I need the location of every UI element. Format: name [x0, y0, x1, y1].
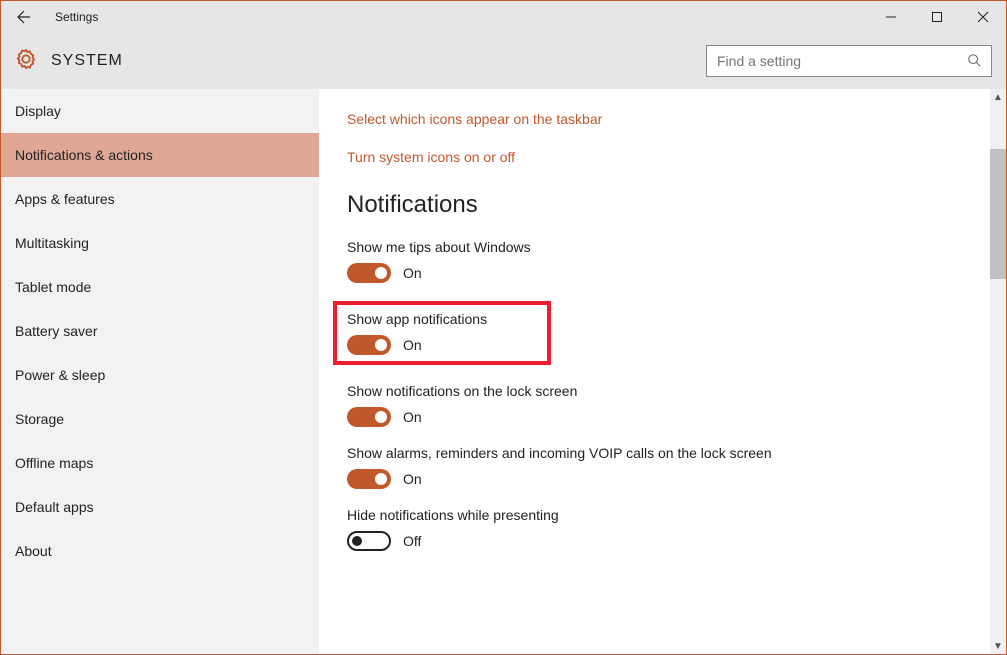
setting-lockscreen-notifications: Show notifications on the lock screen On — [347, 383, 978, 427]
toggle-state: On — [403, 471, 422, 487]
search-box[interactable] — [706, 45, 992, 77]
toggle-lockscreen[interactable] — [347, 407, 391, 427]
sidebar-item-battery[interactable]: Battery saver — [1, 309, 319, 353]
setting-label: Show app notifications — [347, 311, 537, 327]
setting-hide-presenting: Hide notifications while presenting Off — [347, 507, 978, 551]
maximize-button[interactable] — [914, 1, 960, 33]
maximize-icon — [931, 11, 943, 23]
sidebar-item-maps[interactable]: Offline maps — [1, 441, 319, 485]
setting-label: Show me tips about Windows — [347, 239, 827, 255]
setting-app-notifications-highlight: Show app notifications On — [333, 301, 551, 365]
window-title: Settings — [55, 10, 98, 24]
sidebar-item-defaults[interactable]: Default apps — [1, 485, 319, 529]
section-title: SYSTEM — [51, 52, 123, 70]
sidebar-item-display[interactable]: Display — [1, 89, 319, 133]
close-icon — [977, 11, 989, 23]
toggle-state: On — [403, 409, 422, 425]
link-system-icons[interactable]: Turn system icons on or off — [347, 149, 978, 165]
sidebar-item-power[interactable]: Power & sleep — [1, 353, 319, 397]
back-arrow-icon — [16, 9, 32, 25]
minimize-icon — [885, 11, 897, 23]
setting-alarms-voip: Show alarms, reminders and incoming VOIP… — [347, 445, 978, 489]
toggle-state: On — [403, 265, 422, 281]
sidebar-item-storage[interactable]: Storage — [1, 397, 319, 441]
sidebar: Display Notifications & actions Apps & f… — [1, 89, 319, 654]
minimize-button[interactable] — [868, 1, 914, 33]
toggle-app-notifications[interactable] — [347, 335, 391, 355]
scroll-up-icon[interactable]: ▲ — [990, 89, 1006, 105]
toggle-tips[interactable] — [347, 263, 391, 283]
header: SYSTEM — [1, 33, 1006, 89]
close-button[interactable] — [960, 1, 1006, 33]
scrollbar-track[interactable]: ▲ ▼ — [990, 89, 1006, 654]
sidebar-item-about[interactable]: About — [1, 529, 319, 573]
scroll-down-icon[interactable]: ▼ — [990, 638, 1006, 654]
toggle-state: On — [403, 337, 422, 353]
link-taskbar-icons[interactable]: Select which icons appear on the taskbar — [347, 111, 978, 127]
notifications-heading: Notifications — [347, 191, 978, 219]
setting-tips: Show me tips about Windows On — [347, 239, 978, 283]
sidebar-item-notifications[interactable]: Notifications & actions — [1, 133, 319, 177]
search-input[interactable] — [717, 46, 967, 76]
setting-label: Show alarms, reminders and incoming VOIP… — [347, 445, 827, 461]
setting-label: Hide notifications while presenting — [347, 507, 827, 523]
sidebar-item-apps[interactable]: Apps & features — [1, 177, 319, 221]
gear-icon — [15, 48, 37, 75]
sidebar-item-multitasking[interactable]: Multitasking — [1, 221, 319, 265]
sidebar-item-tablet[interactable]: Tablet mode — [1, 265, 319, 309]
toggle-alarms[interactable] — [347, 469, 391, 489]
window-controls — [868, 1, 1006, 33]
scrollbar-thumb[interactable] — [990, 149, 1006, 279]
search-icon — [967, 53, 981, 70]
title-bar: Settings — [1, 1, 1006, 33]
toggle-state: Off — [403, 533, 421, 549]
toggle-presenting[interactable] — [347, 531, 391, 551]
setting-label: Show notifications on the lock screen — [347, 383, 827, 399]
content: Select which icons appear on the taskbar… — [319, 89, 1006, 654]
back-button[interactable] — [1, 1, 47, 33]
body-area: Display Notifications & actions Apps & f… — [1, 89, 1006, 654]
